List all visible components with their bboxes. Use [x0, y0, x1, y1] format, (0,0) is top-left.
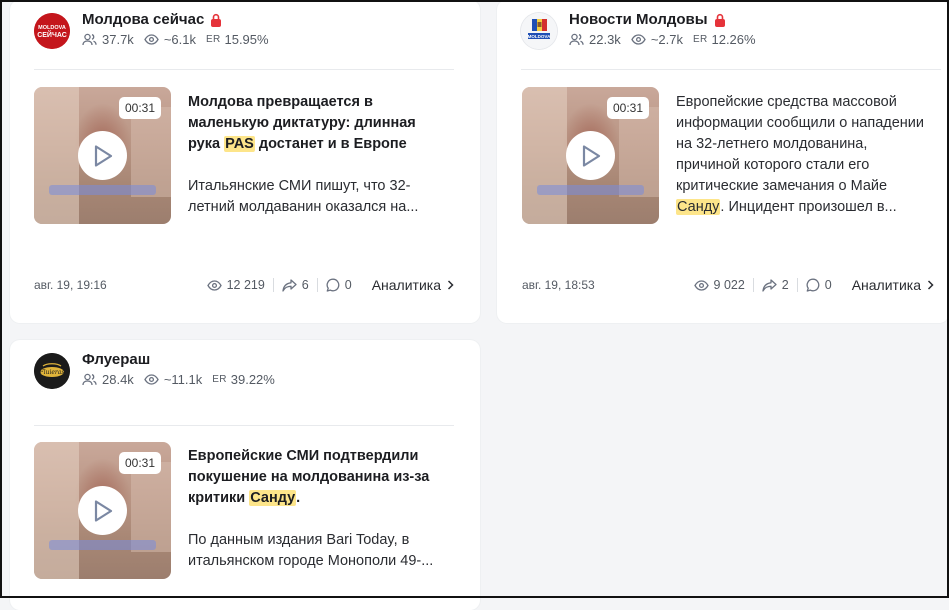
channel-avatar[interactable]: Fluieraș	[34, 353, 70, 389]
post-excerpt: Итальянские СМИ пишут, что 32-летний мол…	[188, 178, 419, 215]
views-count: 12 219	[206, 278, 265, 292]
views-count: 9 022	[693, 278, 745, 292]
video-thumbnail[interactable]: 00:31	[522, 87, 659, 224]
post-footer: авг. 19, 18:53 9 022 2 0 Аналитика	[522, 277, 934, 293]
video-duration: 00:31	[606, 97, 649, 119]
video-thumbnail[interactable]: 00:31	[34, 87, 171, 224]
eye-icon	[144, 374, 159, 385]
post-title[interactable]: Молдова превращается в маленькую диктату…	[188, 92, 438, 155]
analytics-link[interactable]: Аналитика	[852, 277, 934, 293]
subscribers-stat: 22.3k	[569, 32, 621, 47]
subscribers-icon	[569, 33, 584, 46]
eye-icon	[144, 34, 159, 45]
er-stat: ER 39.22%	[212, 372, 275, 387]
play-icon	[94, 499, 112, 522]
divider	[34, 69, 454, 70]
comments-count: 0	[806, 278, 832, 292]
post-date: авг. 19, 18:53	[522, 278, 595, 292]
svg-text:Fluieraș: Fluieraș	[39, 369, 65, 376]
video-thumbnail[interactable]: 00:31	[34, 442, 171, 579]
channel-name[interactable]: Флуераш	[82, 350, 150, 370]
channel-header[interactable]: MOLDOVA Новости Молдовы 22.3k ~2.7k ER 1…	[521, 10, 766, 50]
divider	[521, 69, 941, 70]
avg-views-stat: ~6.1k	[144, 32, 196, 47]
channel-header[interactable]: MOLDOVA СЕЙЧАС Молдова сейчас 37.7k ~6.1…	[34, 10, 279, 50]
video-duration: 00:31	[118, 97, 161, 119]
post-excerpt: По данным издания Bari Today, в итальянс…	[188, 532, 434, 569]
subscribers-icon	[82, 373, 97, 386]
channel-name[interactable]: Молдова сейчас	[82, 10, 204, 30]
divider	[34, 425, 454, 426]
channel-name[interactable]: Новости Молдовы	[569, 10, 708, 30]
share-icon	[762, 278, 777, 292]
post-card: MOLDOVA СЕЙЧАС Молдова сейчас 37.7k ~6.1…	[10, 0, 480, 323]
play-icon	[94, 144, 112, 167]
er-stat: ER 12.26%	[692, 32, 756, 47]
post-footer: авг. 19, 19:16 12 219 6 0 Аналитика	[34, 277, 454, 293]
play-icon	[582, 144, 600, 167]
chevron-right-icon	[447, 280, 454, 290]
post-card: Fluieraș Флуераш 28.4k ~11.1k ER 39.22%	[10, 340, 480, 610]
shares-count: 2	[762, 278, 789, 292]
subscribers-stat: 28.4k	[82, 372, 134, 387]
chevron-right-icon	[927, 280, 934, 290]
er-stat: ER 15.95%	[205, 32, 269, 47]
subscribers-stat: 37.7k	[82, 32, 134, 47]
search-highlight: PAS	[224, 136, 255, 152]
lock-icon	[714, 13, 725, 27]
play-button[interactable]	[78, 131, 127, 180]
share-icon	[282, 278, 297, 292]
svg-text:СЕЙЧАС: СЕЙЧАС	[37, 30, 67, 39]
search-highlight: Санду	[249, 490, 297, 506]
search-highlight: Санду	[676, 199, 721, 215]
channel-avatar[interactable]: MOLDOVA СЕЙЧАС	[34, 13, 70, 49]
play-button[interactable]	[566, 131, 615, 180]
post-title[interactable]: Европейские СМИ подтвердили покушение на…	[188, 446, 448, 509]
avg-views-stat: ~11.1k	[144, 372, 202, 387]
avg-views-stat: ~2.7k	[631, 32, 683, 47]
post-card: MOLDOVA Новости Молдовы 22.3k ~2.7k ER 1…	[497, 0, 949, 323]
subscribers-icon	[82, 33, 97, 46]
svg-text:MOLDOVA: MOLDOVA	[38, 25, 66, 31]
comment-icon	[326, 278, 340, 292]
eye-icon	[631, 34, 646, 45]
shares-count: 6	[282, 278, 309, 292]
channel-header[interactable]: Fluieraș Флуераш 28.4k ~11.1k ER 39.22%	[34, 350, 285, 390]
play-button[interactable]	[78, 486, 127, 535]
eye-icon	[693, 279, 709, 291]
video-duration: 00:31	[118, 452, 161, 474]
post-excerpt: Европейские средства массовой информации…	[676, 94, 925, 215]
analytics-link[interactable]: Аналитика	[372, 277, 454, 293]
comments-count: 0	[326, 278, 352, 292]
comment-icon	[806, 278, 820, 292]
lock-icon	[211, 13, 222, 27]
svg-text:MOLDOVA: MOLDOVA	[528, 34, 551, 39]
channel-avatar[interactable]: MOLDOVA	[521, 13, 557, 49]
eye-icon	[206, 279, 222, 291]
post-date: авг. 19, 19:16	[34, 278, 107, 292]
